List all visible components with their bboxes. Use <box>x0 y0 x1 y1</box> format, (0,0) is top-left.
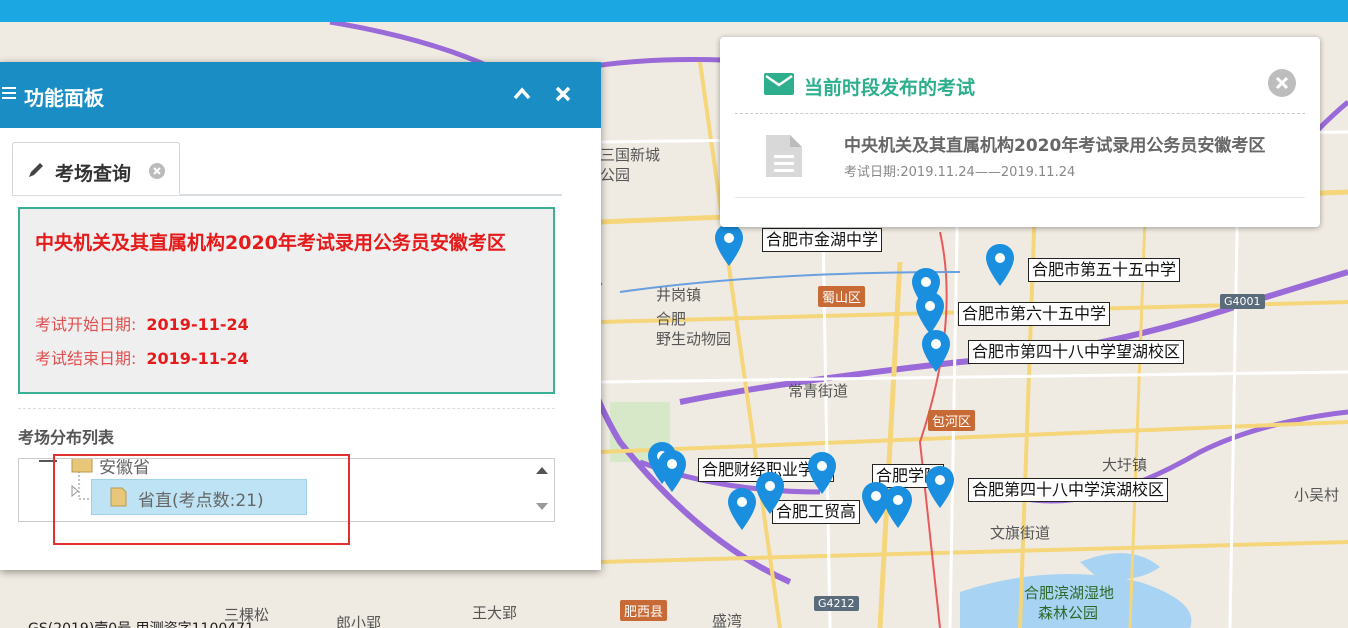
map-marker-icon[interactable] <box>756 472 784 514</box>
popup-exam-title[interactable]: 中央机关及其直属机构2020年考试录用公务员安徽考区 <box>844 131 1265 156</box>
panel-tabs: 考场查询 <box>12 142 562 196</box>
scroll-up-icon[interactable] <box>536 467 548 474</box>
map-place: 小吴村 <box>1294 486 1340 504</box>
start-date-value: 2019-11-24 <box>146 315 249 334</box>
tab-label: 考场查询 <box>55 163 132 185</box>
map-place: 公园 <box>600 166 631 184</box>
district-badge: 肥西县 <box>620 600 668 621</box>
map-place: 大圩镇 <box>1102 456 1148 474</box>
divider <box>18 408 555 410</box>
panel-title: 功能面板 <box>24 86 104 110</box>
scroll-down-icon[interactable] <box>536 503 548 510</box>
popup-exam-date: 考试日期:2019.11.24——2019.11.24 <box>844 165 1076 180</box>
close-panel-button[interactable] <box>553 84 573 104</box>
top-bar <box>0 0 1348 22</box>
school-label[interactable]: 合肥第四十八中学滨湖校区 <box>968 478 1169 502</box>
map-marker-icon[interactable] <box>922 330 950 372</box>
school-label[interactable]: 合肥市第六十五中学 <box>958 302 1111 326</box>
map-place: 野生动物园 <box>656 330 732 348</box>
panel-header: 功能面板 <box>0 62 601 128</box>
map-place: 井岗镇 <box>656 286 702 304</box>
close-icon <box>1275 76 1289 90</box>
map-place: 常青街道 <box>788 382 849 400</box>
highway-badge: G4001 <box>1220 294 1265 309</box>
popup-title: 当前时段发布的考试 <box>804 77 976 99</box>
map-place: 盛湾 <box>712 612 743 628</box>
highlight-box <box>53 454 350 545</box>
school-label[interactable]: 合肥市第四十八中学望湖校区 <box>968 340 1185 364</box>
map-marker-icon[interactable] <box>728 488 756 530</box>
map-marker-icon[interactable] <box>916 292 944 334</box>
map-place: 合肥 <box>656 310 687 328</box>
district-badge: 蜀山区 <box>818 286 866 307</box>
popup-divider <box>735 197 1305 198</box>
map-marker-icon[interactable] <box>986 244 1014 286</box>
function-panel: 功能面板 考场查询 中央机关及其直属机构2020年考试录用公务员安徽考区 考试开… <box>0 62 601 570</box>
exam-start-row: 考试开始日期: 2019-11-24 <box>35 311 249 335</box>
pencil-icon <box>29 163 43 177</box>
popup-divider <box>735 113 1305 115</box>
envelope-icon <box>764 73 794 95</box>
map-place: 合肥滨湖湿地 <box>1024 584 1115 602</box>
current-exams-popup: 当前时段发布的考试 中央机关及其直属机构2020年考试录用公务员安徽考区 考试日… <box>720 37 1320 227</box>
exam-end-row: 考试结束日期: 2019-11-24 <box>35 345 249 369</box>
map-marker-icon[interactable] <box>658 450 686 492</box>
exam-info-box: 中央机关及其直属机构2020年考试录用公务员安徽考区 考试开始日期: 2019-1… <box>18 207 555 394</box>
end-date-label: 考试结束日期: <box>35 349 137 368</box>
map-marker-icon[interactable] <box>884 486 912 528</box>
highway-badge: G4212 <box>814 596 859 611</box>
chevron-up-icon <box>513 87 531 100</box>
map-place: 三国新城 <box>600 146 661 164</box>
exam-title: 中央机关及其直属机构2020年考试录用公务员安徽考区 <box>35 232 506 254</box>
tab-exam-query[interactable]: 考场查询 <box>12 142 180 195</box>
menu-icon <box>2 87 16 102</box>
close-icon <box>555 86 571 102</box>
school-label[interactable]: 合肥市第五十五中学 <box>1028 258 1181 282</box>
map-copyright: GS(2019)壹0号 甲测资字1100471 <box>28 618 254 628</box>
map-marker-icon[interactable] <box>926 466 954 508</box>
district-badge: 包河区 <box>928 410 976 431</box>
school-label[interactable]: 合肥市金湖中学 <box>762 228 883 252</box>
tab-close-icon[interactable] <box>149 163 165 179</box>
map-place: 文旗街道 <box>990 524 1051 542</box>
collapse-button[interactable] <box>512 84 532 104</box>
map-place: 郎小郢 <box>336 614 382 628</box>
map-marker-icon[interactable] <box>715 224 743 266</box>
school-label[interactable]: 合肥工贸高 <box>772 500 861 524</box>
map-marker-icon[interactable] <box>808 452 836 494</box>
start-date-label: 考试开始日期: <box>35 315 137 334</box>
list-title: 考场分布列表 <box>18 428 115 447</box>
end-date-value: 2019-11-24 <box>146 349 249 368</box>
document-icon <box>766 135 802 177</box>
map-place: 森林公园 <box>1038 604 1099 622</box>
map-place: 王大郢 <box>472 604 518 622</box>
popup-close-button[interactable] <box>1268 69 1296 97</box>
